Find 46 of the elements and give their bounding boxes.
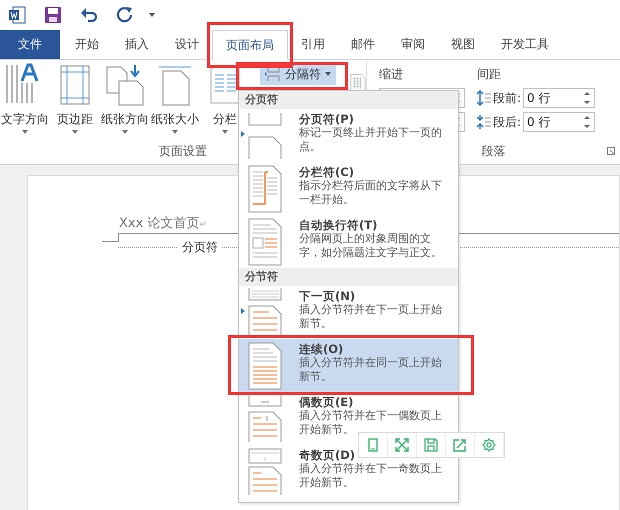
menu-item-title: 分页符(P) xyxy=(299,112,355,126)
ribbon-tab[interactable]: 插入 xyxy=(112,30,162,59)
ribbon-tab[interactable]: 邮件 xyxy=(338,30,388,59)
header-text: Xxx 论文首页 xyxy=(119,216,200,231)
menu-item-description: 标记一页终止并开始下一页的点。 xyxy=(299,126,443,154)
ribbon-tab[interactable]: 引用 xyxy=(288,30,338,59)
group-label: 页面设置 xyxy=(159,144,207,158)
group-label: 段落 xyxy=(482,143,506,160)
menu-item[interactable]: 自动换行符(T) 分隔网页上的对象周围的文字，如分隔题注文字与正文。 xyxy=(239,215,458,268)
menu-item[interactable]: 分页符(P) 标记一页终止并开始下一页的点。 xyxy=(239,109,458,162)
ribbon-button[interactable]: 文字方向 xyxy=(0,63,50,134)
ribbon-tab[interactable]: 文件 xyxy=(0,30,60,59)
menu-item[interactable]: 分栏符(C) 指示分栏符后面的文字将从下一栏开始。 xyxy=(239,162,458,215)
spacing-field[interactable]: 0 行 xyxy=(523,112,596,132)
menu-item-description: 插入分节符并在下一奇数页上开始新节。 xyxy=(299,462,443,490)
ribbon-tab[interactable]: 页面布局 xyxy=(212,30,288,60)
ribbon-tab[interactable]: 审阅 xyxy=(388,30,438,59)
page-break-label: 分页符 xyxy=(178,240,222,254)
ribbon-button[interactable]: 纸张大小 xyxy=(150,63,200,134)
menu-item-title: 自动换行符(T) xyxy=(299,218,378,232)
spacing-label: 间距 xyxy=(477,66,502,83)
ribbon-tab[interactable]: 开发工具 xyxy=(488,30,562,59)
ribbon-button[interactable]: 纸张方向 xyxy=(100,63,150,134)
menu-section-header: 分页符 xyxy=(239,91,458,109)
menu-item-description: 插入分节符并在下一页上开始新节。 xyxy=(299,303,443,331)
menu-item-description: 指示分栏符后面的文字将从下一栏开始。 xyxy=(299,179,443,207)
spacing-field-label: 段前: xyxy=(493,90,522,106)
spacing-field-label: 段后: xyxy=(493,114,522,130)
menu-item-title: 偶数页(E) xyxy=(299,395,354,409)
ribbon-button[interactable]: 页边距 xyxy=(50,63,100,134)
menu-item-description: 分隔网页上的对象周围的文字，如分隔题注文字与正文。 xyxy=(299,232,443,260)
ribbon-tab[interactable]: 开始 xyxy=(62,30,112,59)
menu-item-title: 连续(O) xyxy=(299,342,344,356)
paragraph-mark: ↵ xyxy=(199,220,207,230)
menu-item-description: 插入分节符并在同一页上开始新节。 xyxy=(299,356,443,384)
menu-item-title: 下一页(N) xyxy=(299,289,356,303)
ribbon-tab[interactable]: 设计 xyxy=(162,30,212,59)
menu-item[interactable]: 连续(O) 插入分节符并在同一页上开始新节。 xyxy=(239,339,458,392)
menu-item-description: 插入分节符并在下一偶数页上开始新节。 xyxy=(299,409,443,437)
spacing-field[interactable]: 0 行 xyxy=(523,88,596,108)
menu-item-title: 分栏符(C) xyxy=(299,165,355,179)
menu-item-title: 奇数页(D) xyxy=(299,448,356,462)
indent-label: 缩进 xyxy=(379,66,404,83)
menu-item[interactable]: 下一页(N) 插入分节符并在下一页上开始新节。 xyxy=(239,286,458,339)
ribbon-tab[interactable]: 视图 xyxy=(438,30,488,59)
menu-section-header: 分节符 xyxy=(239,268,458,286)
